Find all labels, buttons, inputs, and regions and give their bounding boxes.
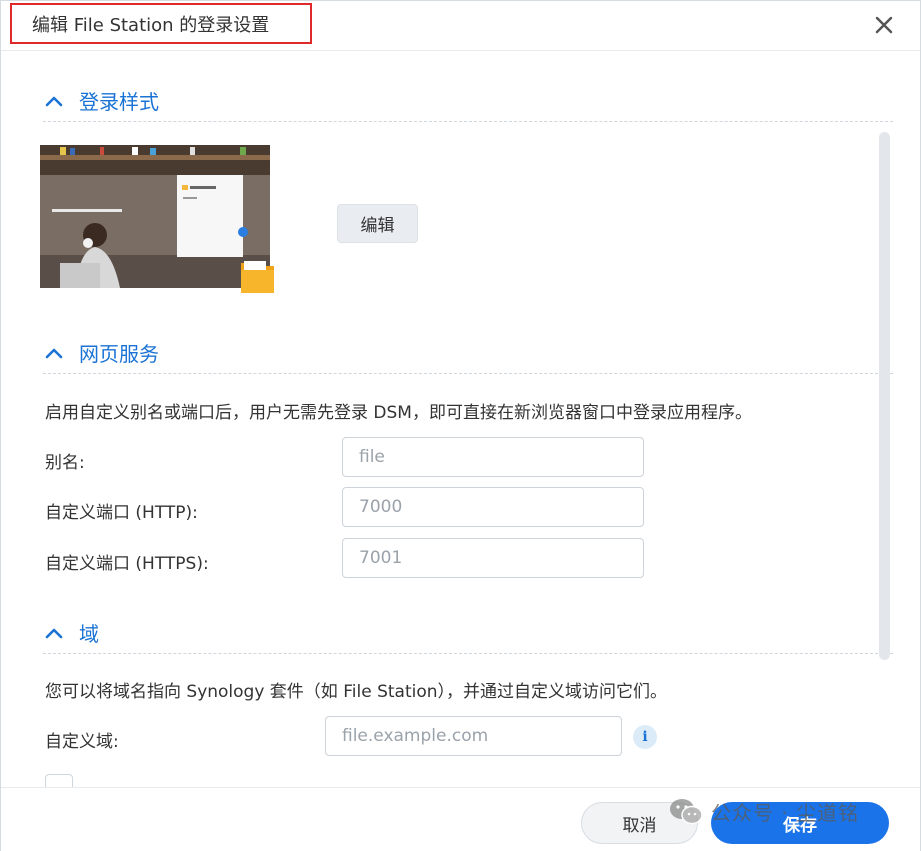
section-divider bbox=[43, 373, 893, 374]
login-settings-dialog: 编辑 File Station 的登录设置 登录样式 编辑 网页服务 启用自定义… bbox=[0, 0, 921, 851]
dialog-content: 登录样式 编辑 网页服务 启用自定义别名或端口后，用户无需先登录 DSM，即可直… bbox=[1, 52, 920, 787]
https-port-input[interactable] bbox=[342, 538, 644, 578]
close-icon bbox=[875, 16, 893, 34]
chevron-up-icon bbox=[45, 628, 63, 638]
info-glyph: i bbox=[642, 729, 648, 745]
edit-login-style-button[interactable]: 编辑 bbox=[337, 204, 418, 243]
alias-label: 别名: bbox=[45, 453, 85, 473]
section-domain-header[interactable]: 域 bbox=[43, 618, 99, 647]
alias-input[interactable] bbox=[342, 437, 644, 477]
checkbox[interactable] bbox=[45, 774, 73, 787]
custom-domain-label: 自定义域: bbox=[45, 732, 119, 752]
chevron-up-icon bbox=[45, 96, 63, 106]
https-port-label: 自定义端口 (HTTPS): bbox=[45, 554, 209, 574]
close-button[interactable] bbox=[870, 11, 898, 39]
title-highlight-box: 编辑 File Station 的登录设置 bbox=[10, 3, 312, 44]
section-web-service-header[interactable]: 网页服务 bbox=[43, 338, 159, 367]
section-web-service-title: 网页服务 bbox=[79, 342, 159, 366]
domain-description: 您可以将域名指向 Synology 套件（如 File Station），并通过… bbox=[45, 682, 668, 702]
section-login-style-title: 登录样式 bbox=[79, 90, 159, 114]
dialog-title: 编辑 File Station 的登录设置 bbox=[32, 14, 270, 36]
login-style-preview bbox=[40, 145, 274, 293]
section-login-style-header[interactable]: 登录样式 bbox=[43, 86, 159, 115]
custom-domain-input[interactable] bbox=[325, 716, 622, 756]
section-divider bbox=[43, 653, 893, 654]
http-port-label: 自定义端口 (HTTP): bbox=[45, 503, 198, 523]
info-icon[interactable]: i bbox=[633, 725, 657, 749]
http-port-input[interactable] bbox=[342, 487, 644, 527]
save-button[interactable]: 保存 bbox=[711, 802, 889, 844]
dialog-titlebar: 编辑 File Station 的登录设置 bbox=[1, 1, 920, 51]
web-service-description: 启用自定义别名或端口后，用户无需先登录 DSM，即可直接在新浏览器窗口中登录应用… bbox=[45, 403, 752, 423]
section-domain-title: 域 bbox=[79, 622, 99, 646]
chevron-up-icon bbox=[45, 348, 63, 358]
login-preview-image bbox=[40, 145, 274, 293]
section-divider bbox=[43, 121, 893, 122]
vertical-scrollbar[interactable] bbox=[879, 132, 890, 660]
cancel-button[interactable]: 取消 bbox=[581, 802, 698, 844]
